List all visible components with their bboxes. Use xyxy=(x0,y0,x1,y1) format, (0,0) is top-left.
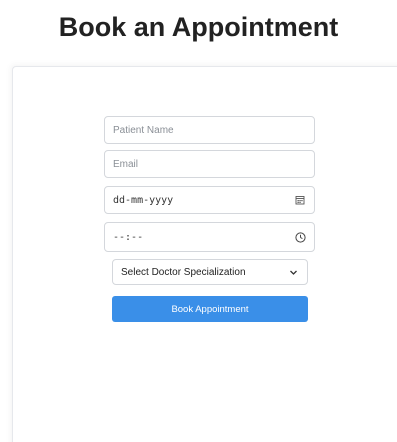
patient-name-placeholder: Patient Name xyxy=(113,124,174,136)
email-input[interactable]: Email xyxy=(104,150,315,178)
date-placeholder: dd-mm-yyyy xyxy=(113,194,174,206)
clock-icon[interactable] xyxy=(294,231,306,243)
calendar-icon[interactable] xyxy=(294,194,306,206)
patient-name-input[interactable]: Patient Name xyxy=(104,116,315,144)
time-input[interactable]: --:-- xyxy=(104,222,315,252)
time-placeholder: --:-- xyxy=(113,231,144,243)
specialization-selected-value: Select Doctor Specialization xyxy=(121,266,246,278)
email-placeholder: Email xyxy=(113,158,139,170)
date-input[interactable]: dd-mm-yyyy xyxy=(104,186,315,214)
specialization-select[interactable]: Select Doctor Specialization xyxy=(112,259,308,285)
book-appointment-button[interactable]: Book Appointment xyxy=(112,296,308,322)
page-title: Book an Appointment xyxy=(58,12,339,42)
chevron-down-icon xyxy=(287,266,299,278)
page: Book an Appointment Patient Name Email d… xyxy=(0,0,397,442)
